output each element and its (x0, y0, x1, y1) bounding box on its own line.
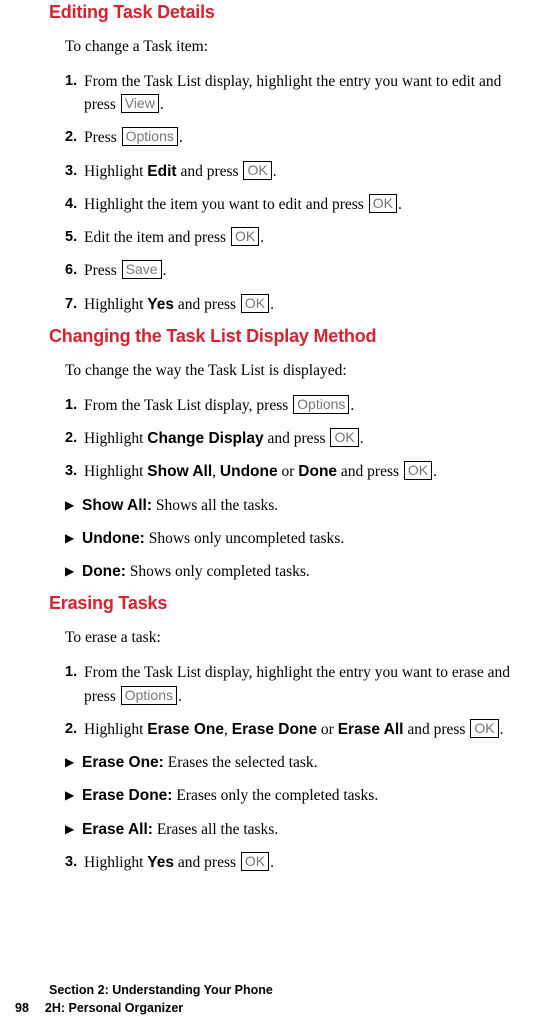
bullet-item: ▶Show All: Shows all the tasks. (65, 494, 532, 517)
section-intro: To change a Task item: (65, 37, 532, 58)
step-number: 1. (65, 661, 77, 684)
bold-label: Erase Done (232, 721, 317, 738)
footer-page-number: 98 (15, 999, 29, 1017)
triangle-marker-icon: ▶ (65, 786, 74, 804)
bullet-item: ▶Erase Done: Erases only the completed t… (65, 784, 532, 807)
bold-label: Undone (220, 463, 278, 480)
step-number: 6. (65, 259, 77, 282)
step-item: 3.Highlight Yes and press OK. (65, 851, 532, 874)
bold-label: Erase Done: (82, 787, 172, 804)
step-number: 5. (65, 226, 77, 249)
keycap: Options (293, 395, 349, 414)
keycap: OK (241, 852, 269, 871)
step-number: 2. (65, 126, 77, 149)
bold-label: Erase All (338, 721, 404, 738)
bullet-item: ▶Erase One: Erases the selected task. (65, 751, 532, 774)
section-heading: Erasing Tasks (49, 593, 532, 614)
bold-label: Erase All: (82, 821, 153, 838)
section-intro: To change the way the Task List is displ… (65, 361, 532, 382)
triangle-marker-icon: ▶ (65, 820, 74, 838)
bold-label: Yes (147, 854, 174, 871)
bold-label: Done: (82, 563, 126, 580)
keycap: OK (369, 194, 397, 213)
page-footer: Section 2: Understanding Your Phone 982H… (49, 981, 519, 1017)
keycap: Save (122, 260, 162, 279)
step-number: 7. (65, 293, 77, 316)
triangle-marker-icon: ▶ (65, 753, 74, 771)
triangle-marker-icon: ▶ (65, 529, 74, 547)
bold-label: Erase One (147, 721, 224, 738)
footer-chapter: 2H: Personal Organizer (45, 1001, 183, 1015)
bold-label: Change Display (147, 430, 263, 447)
step-item: 1.From the Task List display, highlight … (65, 70, 532, 117)
step-item: 3.Highlight Show All, Undone or Done and… (65, 460, 532, 483)
step-item: 7.Highlight Yes and press OK. (65, 293, 532, 316)
keycap: OK (470, 719, 498, 738)
step-item: 4.Highlight the item you want to edit an… (65, 193, 532, 216)
keycap: OK (241, 294, 269, 313)
keycap: Options (121, 686, 177, 705)
page-content: Editing Task Details To change a Task ite… (49, 2, 532, 874)
document-page: Editing Task Details To change a Task ite… (0, 2, 547, 1033)
step-item: 1.From the Task List display, highlight … (65, 661, 532, 708)
step-item: 2.Highlight Change Display and press OK. (65, 427, 532, 450)
section-heading: Editing Task Details (49, 2, 532, 23)
bold-label: Done (298, 463, 337, 480)
step-item: 3.Highlight Edit and press OK. (65, 160, 532, 183)
footer-section-line: Section 2: Understanding Your Phone (49, 981, 519, 999)
step-number: 3. (65, 460, 77, 483)
step-number: 4. (65, 193, 77, 216)
triangle-marker-icon: ▶ (65, 496, 74, 514)
step-number: 2. (65, 427, 77, 450)
step-number: 3. (65, 160, 77, 183)
section-heading: Changing the Task List Display Method (49, 326, 532, 347)
keycap: OK (404, 461, 432, 480)
bold-label: Erase One: (82, 754, 164, 771)
step-item: 6.Press Save. (65, 259, 532, 282)
step-number: 2. (65, 718, 77, 741)
keycap: OK (243, 161, 271, 180)
step-number: 3. (65, 851, 77, 874)
step-item: 2.Press Options. (65, 126, 532, 149)
bullet-item: ▶Done: Shows only completed tasks. (65, 560, 532, 583)
bold-label: Show All (147, 463, 212, 480)
keycap: Options (122, 127, 178, 146)
step-number: 1. (65, 394, 77, 417)
bold-label: Yes (147, 296, 174, 313)
bullet-item: ▶Erase All: Erases all the tasks. (65, 818, 532, 841)
keycap: OK (330, 428, 358, 447)
footer-page-line: 982H: Personal Organizer (49, 999, 519, 1017)
step-item: 1.From the Task List display, press Opti… (65, 394, 532, 417)
step-item: 2.Highlight Erase One, Erase Done or Era… (65, 718, 532, 741)
step-number: 1. (65, 70, 77, 93)
bullet-item: ▶Undone: Shows only uncompleted tasks. (65, 527, 532, 550)
bold-label: Edit (147, 163, 176, 180)
bold-label: Show All: (82, 497, 152, 514)
keycap: View (121, 94, 159, 113)
bold-label: Undone: (82, 530, 145, 547)
step-item: 5.Edit the item and press OK. (65, 226, 532, 249)
section-intro: To erase a task: (65, 628, 532, 649)
keycap: OK (231, 227, 259, 246)
triangle-marker-icon: ▶ (65, 562, 74, 580)
